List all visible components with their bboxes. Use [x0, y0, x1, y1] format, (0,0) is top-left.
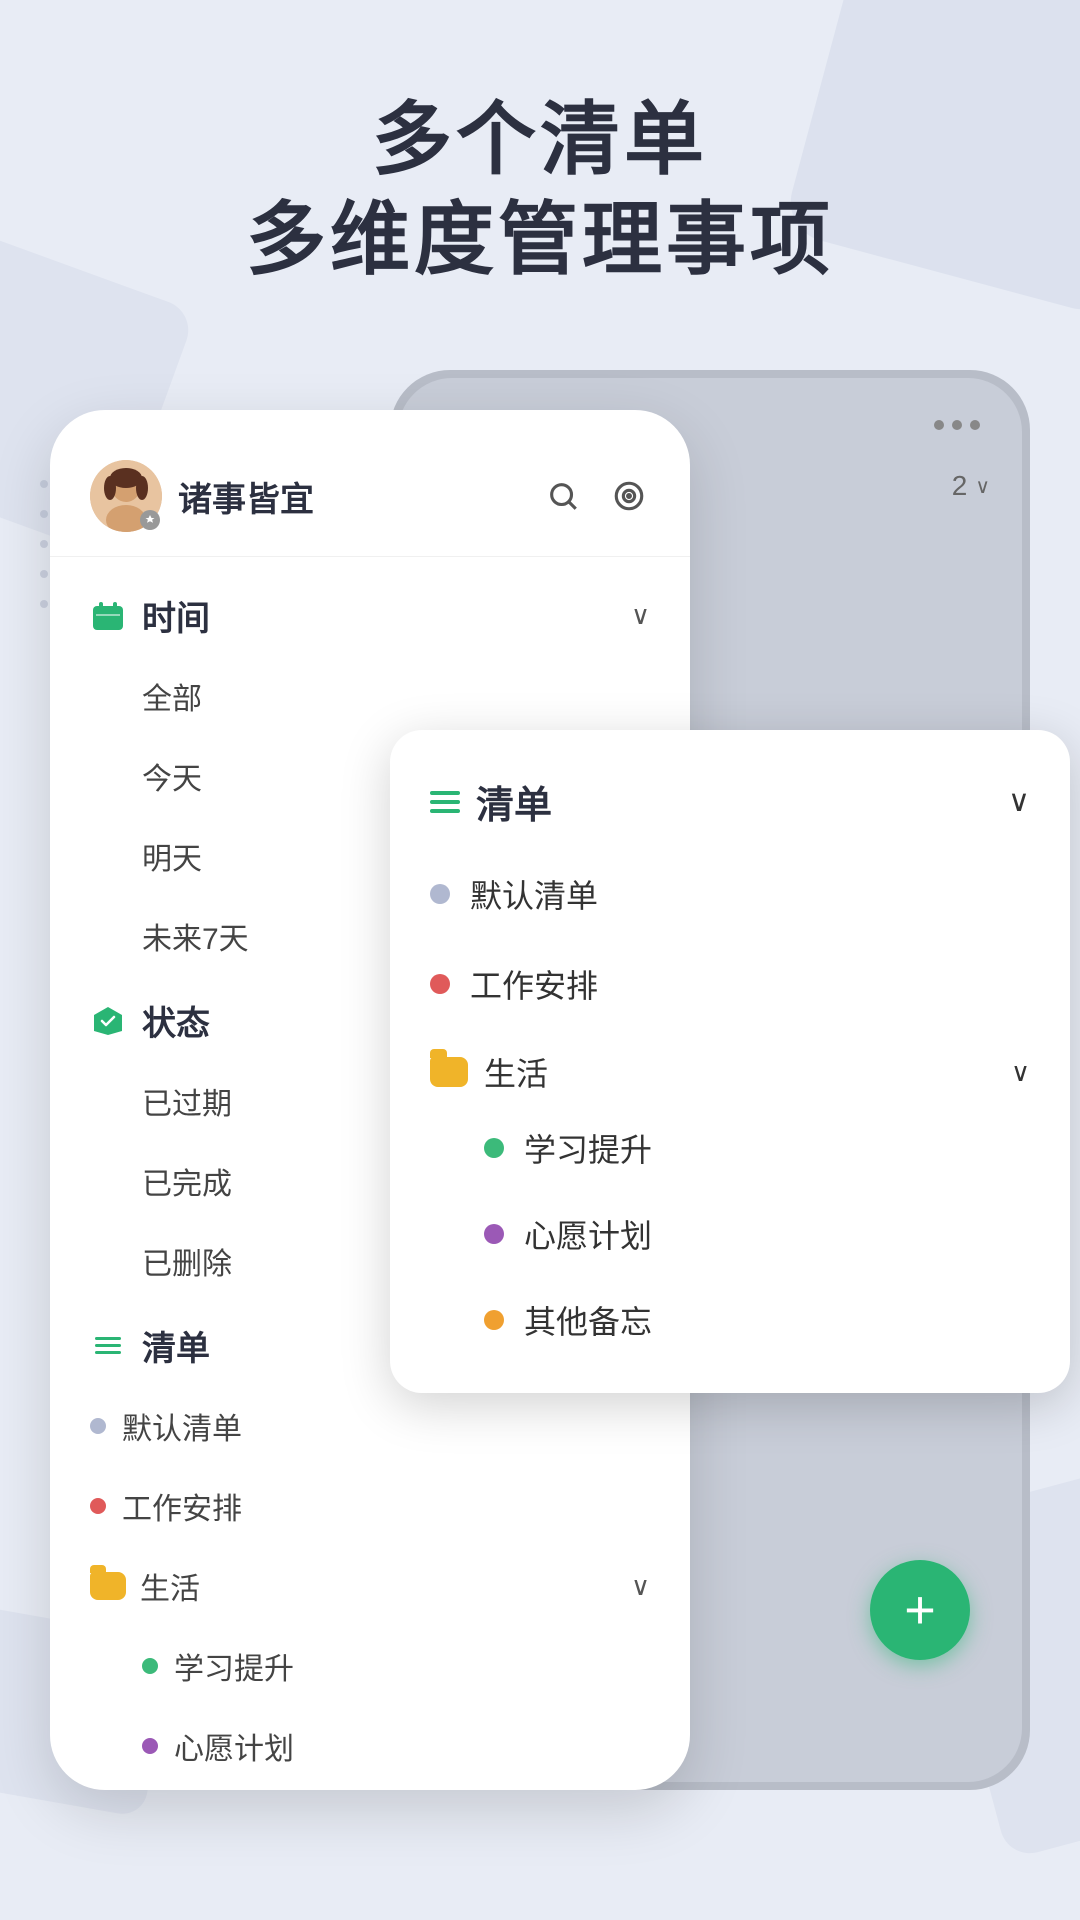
- panel-folder-life[interactable]: 生活 ∨: [430, 1029, 1030, 1105]
- list-item-default-text: 默认清单: [122, 1404, 242, 1448]
- phone-header: 诸事皆宜: [50, 410, 690, 552]
- panel-dot-study: [484, 1138, 504, 1158]
- panel-chevron: ∨: [1008, 784, 1030, 819]
- list-item-study-text: 学习提升: [174, 1644, 294, 1688]
- avatar-badge: [140, 510, 160, 530]
- panel-item-work[interactable]: 工作安排: [430, 939, 1030, 1029]
- list-lines-icon: [90, 1328, 126, 1364]
- header-line2: 多维度管理事项: [246, 195, 834, 284]
- header-section: 多个清单 多维度管理事项: [0, 90, 1080, 290]
- target-icon[interactable]: [608, 475, 650, 517]
- panel-sub-item-study[interactable]: 学习提升: [430, 1105, 1030, 1191]
- panel-header[interactable]: 清单 ∨: [430, 760, 1030, 849]
- folder-life-icon: [90, 1572, 126, 1600]
- panel-title: 清单: [476, 774, 552, 829]
- bg-phone-menu: [934, 420, 980, 430]
- folder-life-name: 生活: [140, 1564, 617, 1608]
- dot-study: [142, 1658, 158, 1674]
- dot-wish: [142, 1738, 158, 1754]
- panel-folder-life-name: 生活: [484, 1049, 995, 1095]
- list-item-work-text: 工作安排: [122, 1484, 242, 1528]
- panel-sub-wish-text: 心愿计划: [524, 1211, 652, 1257]
- list-item-work[interactable]: 工作安排: [90, 1466, 650, 1546]
- header-divider: [50, 556, 690, 557]
- list-section-title: 清单: [142, 1321, 210, 1370]
- dot-work: [90, 1498, 106, 1514]
- floating-panel: 清单 ∨ 默认清单 工作安排 生活 ∨ 学习提升 心愿计划 其他备忘: [390, 730, 1070, 1393]
- header-title: 多个清单 多维度管理事项: [80, 90, 1000, 290]
- panel-sub-study-text: 学习提升: [524, 1125, 652, 1171]
- status-section-title: 状态: [142, 996, 210, 1045]
- folder-life-header[interactable]: 生活 ∨: [90, 1546, 650, 1626]
- panel-header-left: 清单: [430, 774, 552, 829]
- panel-dot-memo: [484, 1310, 504, 1330]
- panel-dot-wish: [484, 1224, 504, 1244]
- user-name: 诸事皆宜: [178, 472, 526, 521]
- nav-item-all[interactable]: 全部: [90, 656, 650, 736]
- header-icons: [542, 475, 650, 517]
- time-icon: [90, 598, 126, 634]
- panel-dot-work: [430, 974, 450, 994]
- panel-sub-memo-text: 其他备忘: [524, 1297, 652, 1343]
- search-icon[interactable]: [542, 475, 584, 517]
- panel-folder-life-chevron: ∨: [1011, 1057, 1030, 1088]
- avatar-container[interactable]: [90, 460, 162, 532]
- fab-plus-icon: +: [904, 1583, 936, 1637]
- time-section-left: 时间: [90, 591, 210, 640]
- header-line1: 多个清单: [372, 95, 708, 184]
- panel-item-work-text: 工作安排: [470, 961, 598, 1007]
- bg-phone-count: 2 ∨: [952, 470, 990, 502]
- panel-item-default[interactable]: 默认清单: [430, 849, 1030, 939]
- folder-life-chevron: ∨: [631, 1571, 650, 1602]
- status-icon: [90, 1003, 126, 1039]
- time-section-title: 时间: [142, 591, 210, 640]
- panel-sub-item-memo[interactable]: 其他备忘: [430, 1277, 1030, 1363]
- status-section-left: 状态: [90, 996, 210, 1045]
- list-item-default[interactable]: 默认清单: [90, 1386, 650, 1466]
- list-item-wish[interactable]: 心愿计划: [90, 1706, 650, 1786]
- dot-default: [90, 1418, 106, 1434]
- panel-sub-item-wish[interactable]: 心愿计划: [430, 1191, 1030, 1277]
- panel-lines-icon: [430, 791, 460, 813]
- phone-area: 2 ∨: [50, 370, 1030, 1860]
- time-chevron: ∨: [631, 600, 650, 631]
- panel-item-default-text: 默认清单: [470, 871, 598, 917]
- fab-add-button[interactable]: +: [870, 1560, 970, 1660]
- list-section-left: 清单: [90, 1321, 210, 1370]
- time-section-header[interactable]: 时间 ∨: [90, 571, 650, 656]
- list-item-memo[interactable]: 其他备忘: [90, 1786, 650, 1790]
- panel-dot-default: [430, 884, 450, 904]
- list-item-wish-text: 心愿计划: [174, 1724, 294, 1768]
- panel-folder-life-icon: [430, 1057, 468, 1087]
- list-item-study[interactable]: 学习提升: [90, 1626, 650, 1706]
